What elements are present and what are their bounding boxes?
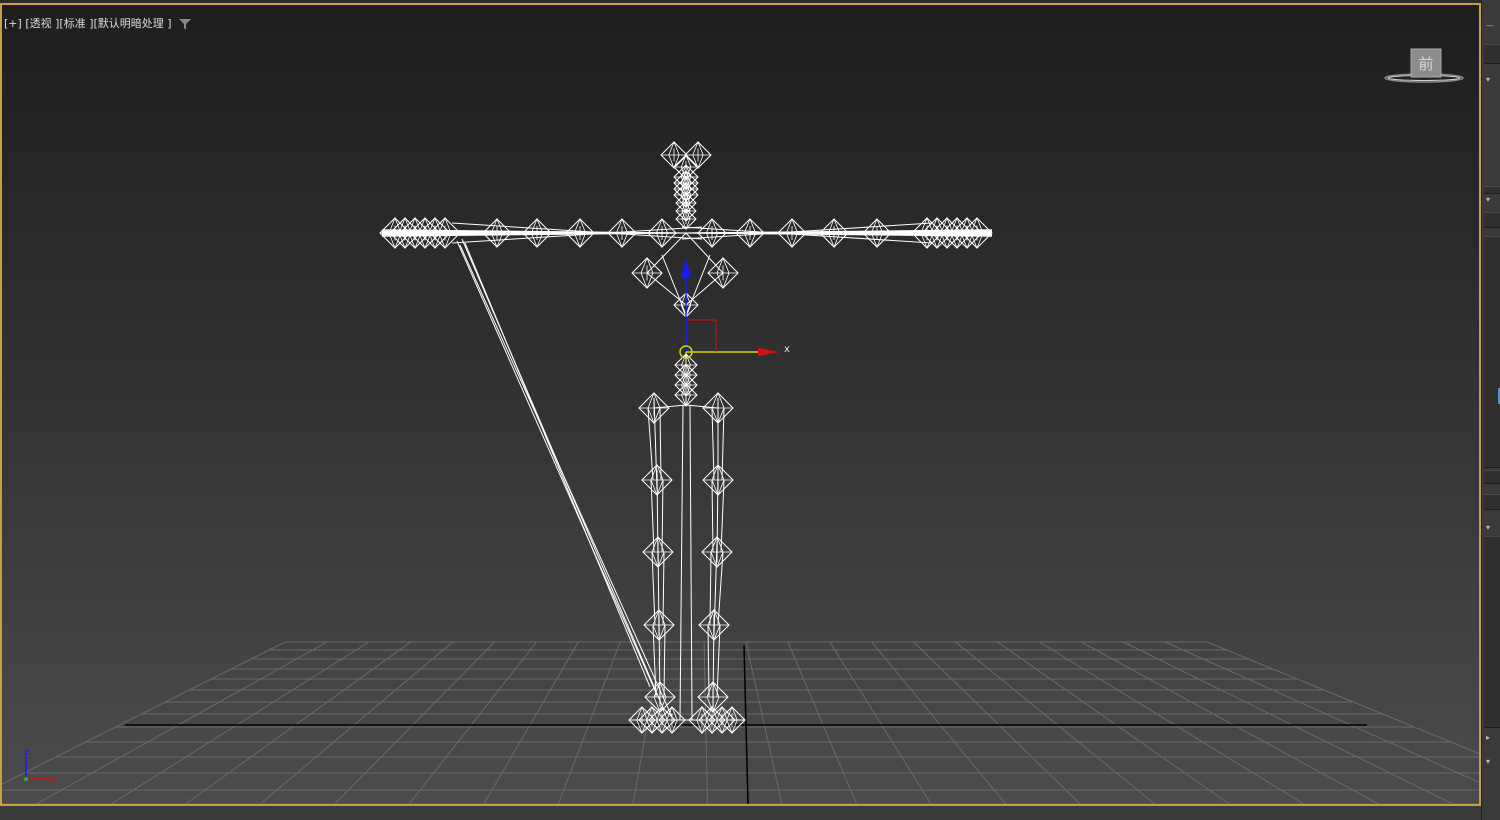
rig-head-node [660, 140, 688, 170]
rig-leg-wire [658, 614, 661, 708]
grid-line [483, 641, 579, 804]
funnel-icon[interactable] [179, 18, 192, 30]
viewport-plus-menu[interactable]: [+] [4, 17, 22, 30]
grid-line [259, 641, 453, 804]
chevron-down-icon[interactable]: ▾ [1486, 76, 1490, 84]
panel-field[interactable] [1484, 494, 1500, 510]
viewcube-face-label: 前 [1418, 55, 1433, 73]
viewport-scene[interactable]: x zx [2, 5, 1479, 804]
grid-line [1081, 641, 1379, 804]
chevron-down-icon[interactable]: ▾ [1486, 758, 1490, 766]
grid-line [334, 641, 495, 804]
rig-stray-wire [459, 244, 673, 718]
collapse-icon[interactable]: — [1486, 22, 1494, 30]
grid-line [557, 641, 621, 804]
viewport-label-menu[interactable]: [+] [透视 ][标准 ][默认明暗处理 ] [4, 15, 192, 31]
rig-leg-wire [653, 397, 658, 491]
grid-line [185, 641, 412, 804]
rig-leg-wire [713, 541, 718, 636]
grid-line [1164, 641, 1479, 783]
grid-line [408, 641, 537, 804]
world-axis-tripod: zx [24, 748, 57, 785]
perspective-viewport[interactable]: x zx [+] [透视 ][标准 ][默认明暗处理 ] 前 [0, 3, 1481, 806]
rig-stray-wire [464, 242, 651, 688]
gizmo-x-arrow [758, 348, 780, 356]
rig-leg-wire [662, 551, 665, 626]
grid-line [110, 641, 370, 804]
rig-wire [685, 254, 711, 316]
viewport-lighting-menu[interactable]: [默认明暗处理 ] [94, 17, 172, 30]
command-panel-edge[interactable]: — ▾ ▾ ▾ ▸ ▾ [1481, 0, 1500, 820]
3d-editor-window: x zx [+] [透视 ][标准 ][默认明暗处理 ] 前 — ▾ ▾ ▾ ▸… [0, 0, 1500, 820]
tripod-z-label: z [24, 748, 29, 758]
chevron-right-icon[interactable]: ▸ [1486, 734, 1490, 742]
rig-leg-wire [709, 551, 712, 626]
rig-leg-wire [659, 407, 662, 481]
rig-stray-wire [456, 240, 658, 696]
rig-wire [689, 404, 693, 721]
chevron-down-icon[interactable]: ▾ [1486, 196, 1490, 204]
gizmo-x-label: x [784, 344, 790, 355]
skeleton-rig[interactable] [379, 140, 993, 735]
panel-list[interactable] [1484, 236, 1500, 468]
tripod-x-label: x [51, 775, 57, 785]
panel-tab[interactable] [1484, 44, 1500, 64]
grid-line [829, 641, 932, 804]
viewcube[interactable]: 前 [1383, 45, 1465, 89]
tripod-origin [24, 777, 28, 781]
grid-line [36, 641, 328, 804]
grid-line [997, 641, 1230, 804]
gizmo-plane-handle [688, 319, 717, 352]
home-grid [2, 641, 1479, 804]
rig-wire [661, 254, 687, 316]
viewport-shading-menu[interactable]: [标准 ] [59, 17, 93, 30]
grid-line [1206, 641, 1479, 755]
grid-line [745, 641, 783, 804]
rig-wire [679, 404, 684, 721]
grid-line [787, 641, 858, 804]
panel-radio[interactable] [1484, 470, 1500, 484]
panel-divider [1484, 186, 1500, 194]
gizmo-z-arrow [681, 259, 691, 277]
chevron-down-icon[interactable]: ▾ [1486, 524, 1490, 532]
panel-rollout[interactable] [1484, 536, 1500, 728]
panel-field[interactable] [1484, 212, 1500, 228]
viewport-view-menu[interactable]: [透视 ] [25, 17, 59, 30]
transform-gizmo[interactable]: x [679, 259, 790, 359]
rig-leg-wire [712, 614, 715, 708]
viewport-bottom-strip [0, 806, 1481, 820]
rig-head-node [684, 140, 712, 170]
